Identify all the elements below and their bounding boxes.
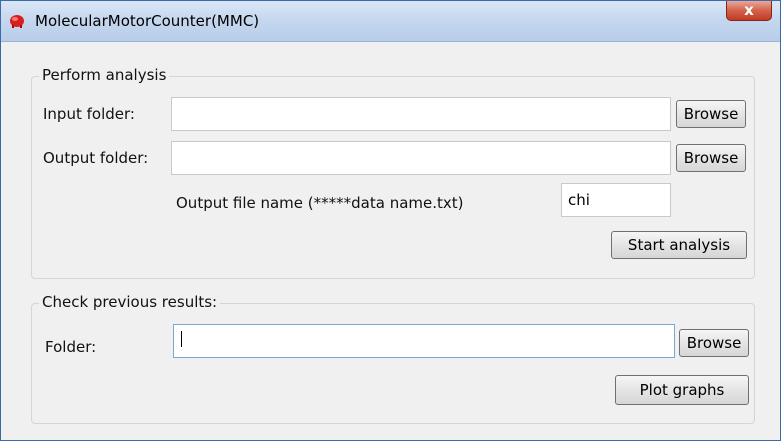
close-button[interactable]: x — [726, 1, 772, 21]
output-browse-button[interactable]: Browse — [676, 144, 746, 172]
title-bar[interactable]: MolecularMotorCounter(MMC) x — [1, 1, 780, 42]
results-folder-field[interactable] — [173, 324, 675, 358]
text-caret — [181, 331, 182, 347]
results-browse-button[interactable]: Browse — [679, 329, 749, 357]
close-icon: x — [744, 1, 754, 19]
output-folder-field[interactable] — [171, 141, 671, 175]
start-analysis-button[interactable]: Start analysis — [611, 231, 747, 259]
perform-analysis-title: Perform analysis — [39, 66, 170, 84]
plot-graphs-button[interactable]: Plot graphs — [615, 375, 749, 405]
input-folder-label: Input folder: — [43, 105, 135, 123]
output-filename-field[interactable] — [561, 183, 671, 217]
check-results-group — [31, 303, 755, 424]
output-filename-label: Output file name (*****data name.txt) — [176, 194, 464, 212]
folder-label: Folder: — [45, 338, 97, 356]
input-folder-field[interactable] — [171, 97, 671, 131]
window-title: MolecularMotorCounter(MMC) — [35, 12, 260, 30]
red-motor-icon — [10, 15, 24, 28]
app-window: MolecularMotorCounter(MMC) x Perform ana… — [0, 0, 781, 441]
input-browse-button[interactable]: Browse — [676, 100, 746, 128]
output-folder-label: Output folder: — [43, 149, 149, 167]
check-results-title: Check previous results: — [39, 293, 221, 311]
